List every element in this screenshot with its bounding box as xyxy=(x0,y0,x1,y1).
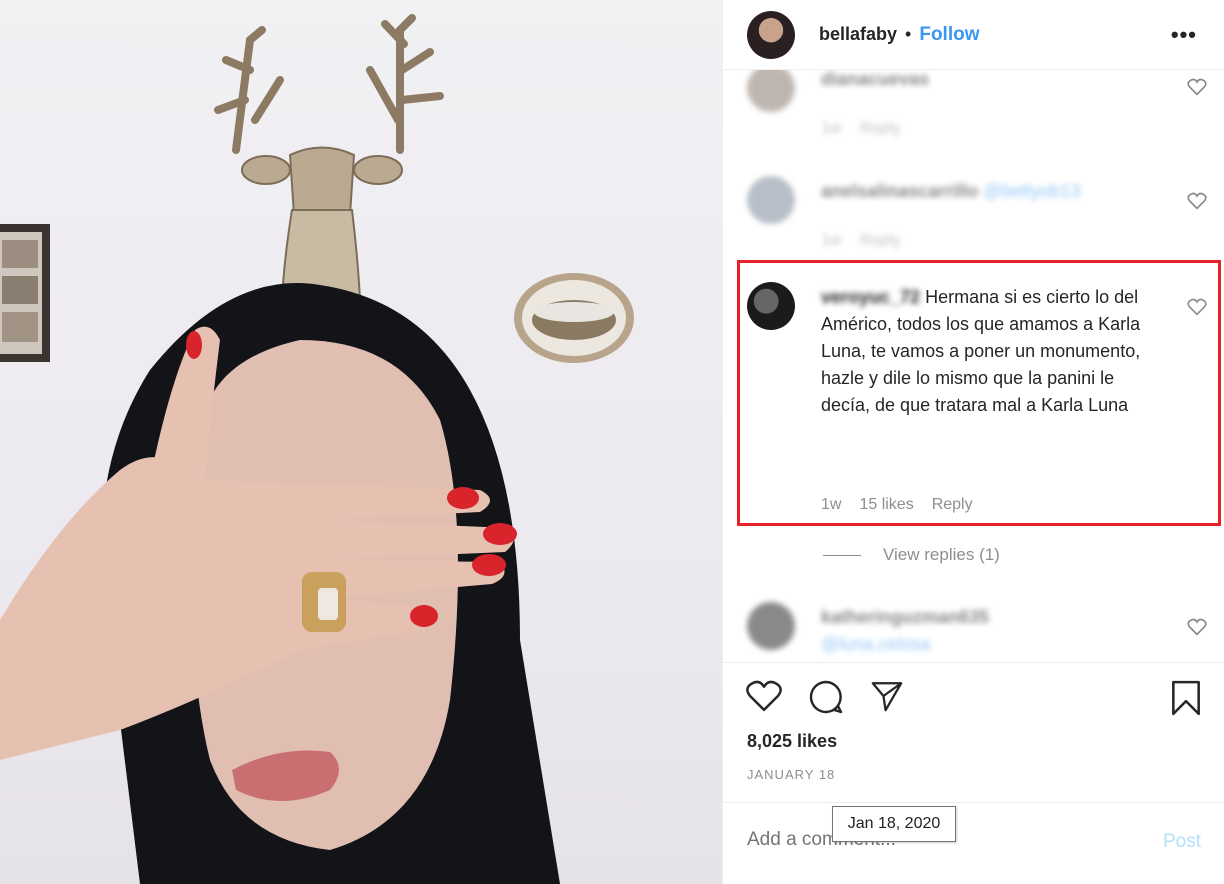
comment-mention[interactable]: @bettyob13 xyxy=(983,181,1080,201)
follow-button[interactable]: Follow xyxy=(919,24,979,46)
heart-icon[interactable] xyxy=(1187,78,1207,101)
avatar[interactable] xyxy=(747,602,795,650)
avatar[interactable] xyxy=(747,70,795,112)
post-sidebar: bellafaby • Follow ••• dianacuevas 1w Re… xyxy=(722,0,1224,884)
view-replies-label: View replies (1) xyxy=(883,545,1000,564)
avatar[interactable] xyxy=(747,10,795,59)
comment-mention[interactable]: @luna.celosa xyxy=(821,631,1151,658)
comment-icon[interactable] xyxy=(807,679,845,720)
deer-head-mount xyxy=(214,14,444,301)
comment-meta: 1w Reply xyxy=(821,120,900,138)
heart-icon[interactable] xyxy=(1187,618,1207,641)
comment-time: 1w xyxy=(821,232,842,249)
comments-list[interactable]: dianacuevas 1w Reply anelsalinascarrillo… xyxy=(723,70,1224,662)
bookmark-icon[interactable] xyxy=(1169,679,1203,722)
divider xyxy=(823,554,861,556)
view-replies-button[interactable]: View replies (1) xyxy=(823,545,1000,565)
avatar[interactable] xyxy=(747,176,795,224)
comment-meta: 1w Reply xyxy=(821,232,900,250)
wall-picture-frame xyxy=(0,224,50,362)
comment-username[interactable]: anelsalinascarrillo xyxy=(821,181,978,201)
comment-username[interactable]: katheringuzman635 xyxy=(821,604,1151,631)
reply-button[interactable]: Reply xyxy=(859,120,900,138)
wall-plate xyxy=(514,273,634,363)
comment-username[interactable]: dianacuevas xyxy=(821,70,929,89)
share-icon[interactable] xyxy=(869,679,905,718)
heart-icon[interactable] xyxy=(745,679,783,718)
separator-dot: • xyxy=(905,24,912,44)
ring xyxy=(302,572,346,632)
date-tooltip: Jan 18, 2020 xyxy=(832,806,956,842)
reply-button[interactable]: Reply xyxy=(859,232,900,250)
more-options-icon[interactable]: ••• xyxy=(1171,22,1197,48)
post-actions: 8,025 likes JANUARY 18 xyxy=(723,662,1224,802)
post-date[interactable]: JANUARY 18 xyxy=(747,767,835,782)
likes-count[interactable]: 8,025 likes xyxy=(747,731,837,752)
post-photo[interactable] xyxy=(0,0,722,884)
username[interactable]: bellafaby xyxy=(819,24,897,45)
highlight-box xyxy=(737,260,1221,526)
add-comment-bar: Post xyxy=(723,802,1224,884)
post-button[interactable]: Post xyxy=(1163,831,1201,853)
comment-time: 1w xyxy=(821,120,842,137)
heart-icon[interactable] xyxy=(1187,192,1207,215)
post-header: bellafaby • Follow ••• xyxy=(723,0,1224,70)
photo-illustration xyxy=(0,14,634,884)
